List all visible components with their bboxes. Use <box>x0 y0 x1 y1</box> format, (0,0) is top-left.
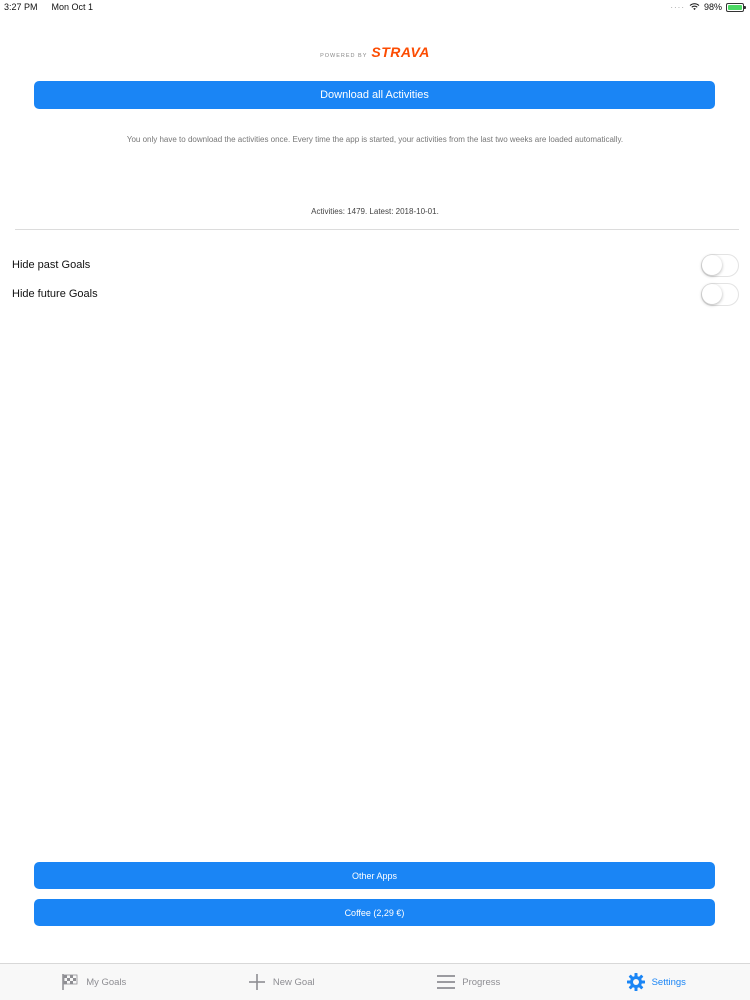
coffee-button[interactable]: Coffee (2,29 €) <box>34 899 715 926</box>
divider <box>15 229 739 230</box>
tab-my-goals-label: My Goals <box>86 976 127 988</box>
list-lines-icon <box>437 975 456 989</box>
toggle-knob <box>702 284 722 304</box>
checkered-flag-icon <box>62 974 78 990</box>
tab-settings[interactable]: Settings <box>563 964 750 1000</box>
tab-new-goal[interactable]: New Goal <box>188 964 376 1000</box>
toggle-knob <box>702 255 722 275</box>
tab-progress[interactable]: Progress <box>375 964 563 1000</box>
plus-icon <box>248 974 265 990</box>
download-info-text: You only have to download the activities… <box>126 135 624 144</box>
tab-bar: My Goals New Goal Progress Settings <box>0 963 750 1000</box>
hide-future-goals-toggle[interactable] <box>701 283 739 306</box>
powered-by-label: POWERED BY <box>320 53 368 59</box>
battery-icon <box>726 2 746 12</box>
tab-new-goal-label: New Goal <box>272 976 315 988</box>
tab-progress-label: Progress <box>462 976 501 988</box>
hide-past-goals-row: Hide past Goals <box>0 254 750 278</box>
status-bar: 3:27 PM Mon Oct 1 ···· 98% <box>0 0 750 14</box>
other-apps-button[interactable]: Other Apps <box>34 862 715 889</box>
signal-dots-icon: ···· <box>670 2 685 12</box>
gear-icon <box>626 973 645 991</box>
tab-settings-label: Settings <box>651 976 686 988</box>
hide-future-goals-row: Hide future Goals <box>0 283 750 307</box>
activities-summary: Activities: 1479. Latest: 2018-10-01. <box>311 207 439 216</box>
status-date: Mon Oct 1 <box>51 2 94 12</box>
battery-percent: 98% <box>703 2 722 12</box>
status-left: 3:27 PM Mon Oct 1 <box>4 2 93 12</box>
hide-past-goals-label: Hide past Goals <box>12 259 91 271</box>
strava-logo: STRAVA <box>371 44 430 60</box>
status-right: ···· 98% <box>670 2 746 12</box>
status-time: 3:27 PM <box>4 2 38 12</box>
powered-by-strava: POWERED BY STRAVA <box>0 44 750 60</box>
tab-my-goals[interactable]: My Goals <box>0 964 188 1000</box>
download-all-activities-button[interactable]: Download all Activities <box>34 81 715 109</box>
wifi-icon <box>689 3 700 10</box>
hide-past-goals-toggle[interactable] <box>701 254 739 277</box>
hide-future-goals-label: Hide future Goals <box>12 288 98 300</box>
